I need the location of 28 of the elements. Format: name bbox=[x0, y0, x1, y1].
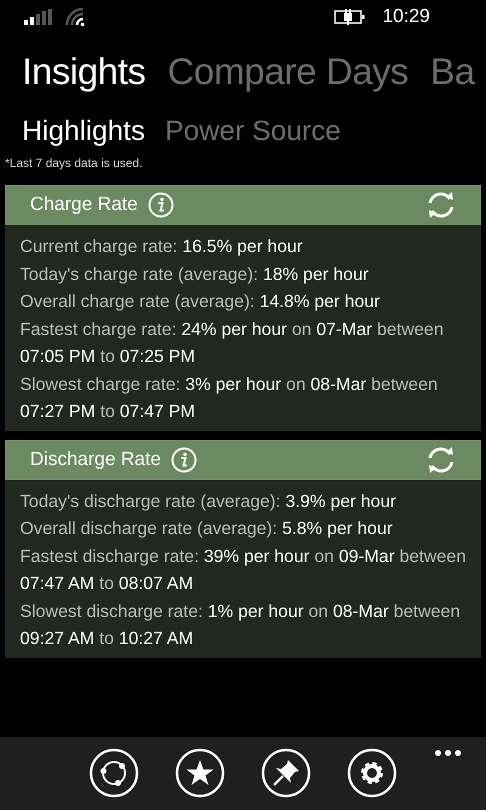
stat-line: Fastest discharge rate: 39% per hour on 09-Mar between 07:47 AM to 08:07 AM bbox=[20, 544, 467, 595]
pin-button[interactable] bbox=[261, 748, 311, 798]
info-icon[interactable] bbox=[148, 192, 174, 218]
wifi-icon bbox=[66, 8, 86, 26]
signal-icon bbox=[24, 9, 54, 25]
stat-line: Overall charge rate (average): 14.8% per hour bbox=[20, 290, 381, 313]
stat-line: Slowest discharge rate: 1% per hour on 08-Mar between 09:27 AM to 10:27 AM bbox=[20, 600, 462, 650]
card-title: Discharge Rate bbox=[30, 448, 161, 470]
settings-button[interactable] bbox=[347, 748, 397, 798]
sync-button[interactable] bbox=[89, 748, 139, 798]
stat-line: Current charge rate: 16.5% per hour bbox=[20, 235, 304, 258]
sub-tab[interactable]: Power Source bbox=[164, 115, 341, 147]
clock-time: 10:29 bbox=[382, 6, 430, 28]
battery-charging-icon bbox=[334, 9, 366, 25]
pivot-tab[interactable]: Ba bbox=[430, 51, 475, 93]
sub-tab[interactable]: Highlights bbox=[22, 115, 145, 147]
stat-line: Today's charge rate (average): 18% per hour bbox=[20, 262, 370, 286]
note-text: *Last 7 days data is used. bbox=[4, 156, 144, 170]
pivot-tab[interactable]: Insights bbox=[22, 51, 146, 93]
pivot-tab[interactable]: Compare Days bbox=[168, 51, 408, 93]
stat-line: Overall discharge rate (average): 5.8% per hour bbox=[20, 517, 394, 540]
info-icon[interactable] bbox=[170, 446, 197, 472]
stat-line: Slowest charge rate: 3% per hour on 08-Mar between 07:27 PM to 07:47 PM bbox=[20, 372, 439, 423]
more-icon[interactable] bbox=[434, 749, 462, 757]
stat-line: Today's discharge rate (average): 3.9% per hour bbox=[20, 490, 397, 513]
favorite-button[interactable] bbox=[175, 748, 225, 798]
card-title: Charge Rate bbox=[30, 194, 138, 216]
stat-line: Fastest charge rate: 24% per hour on 07-Mar between 07:05 PM to 07:25 PM bbox=[20, 318, 444, 368]
